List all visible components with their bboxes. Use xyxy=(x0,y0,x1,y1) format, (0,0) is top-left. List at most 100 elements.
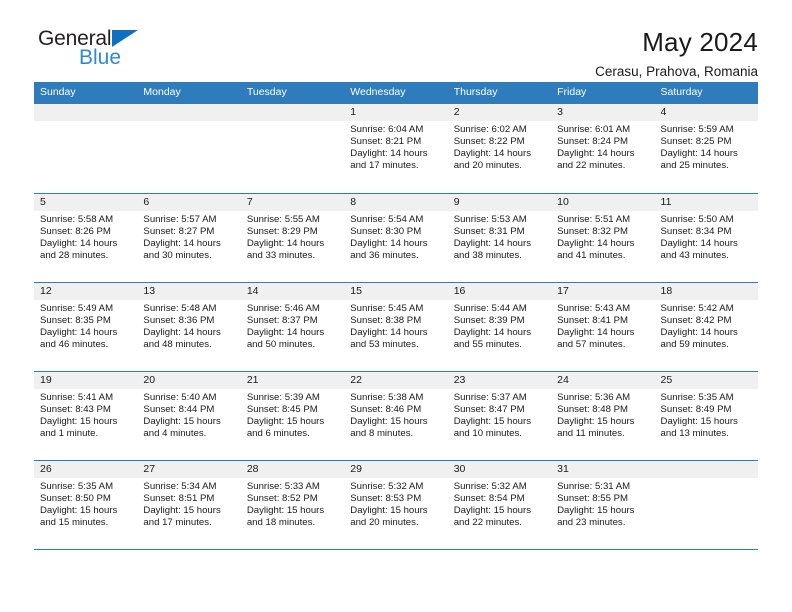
calendar-day-cell[interactable]: 12 Sunrise: 5:49 AM Sunset: 8:35 PM Dayligh… xyxy=(34,283,137,371)
sunrise-text: Sunrise: 6:04 AM xyxy=(350,124,424,136)
calendar-day-cell[interactable]: 4 Sunrise: 5:59 AM Sunset: 8:25 PM Daylight… xyxy=(655,104,758,193)
calendar-day-cell[interactable]: 21 Sunrise: 5:39 AM Sunset: 8:45 PM Dayligh… xyxy=(241,372,344,460)
day-sun-info: Sunrise: 5:41 AM Sunset: 8:43 PM Daylight:… xyxy=(40,392,131,440)
daylight-text-line2: and 20 minutes. xyxy=(453,160,522,172)
day-sun-info: Sunrise: 5:32 AM Sunset: 8:53 PM Daylight:… xyxy=(350,481,441,529)
day-number: 10 xyxy=(557,196,569,209)
sunset-text: Sunset: 8:37 PM xyxy=(246,315,318,327)
calendar-day-cell[interactable]: 5 Sunrise: 5:58 AM Sunset: 8:26 PM Daylight… xyxy=(34,194,137,282)
sunrise-text: Sunrise: 5:49 AM xyxy=(40,303,114,315)
day-sun-info: Sunrise: 5:51 AM Sunset: 8:32 PM Daylight:… xyxy=(557,214,648,262)
calendar-day-cell[interactable]: 25 Sunrise: 5:35 AM Sunset: 8:49 PM Dayligh… xyxy=(655,372,758,460)
day-sun-info: Sunrise: 5:59 AM Sunset: 8:25 PM Daylight:… xyxy=(661,124,752,172)
weekday-header-friday: Friday xyxy=(557,86,587,98)
sunset-text: Sunset: 8:25 PM xyxy=(660,136,732,148)
calendar-day-cell[interactable]: 24 Sunrise: 5:36 AM Sunset: 8:48 PM Dayligh… xyxy=(551,372,654,460)
daylight-text-line2: and 30 minutes. xyxy=(143,250,212,262)
calendar-day-cell[interactable]: 9 Sunrise: 5:53 AM Sunset: 8:31 PM Daylight… xyxy=(448,194,551,282)
calendar-day-cell-empty xyxy=(241,104,344,193)
daylight-text-line1: Daylight: 14 hours xyxy=(557,327,635,339)
daylight-text-line1: Daylight: 15 hours xyxy=(246,505,325,517)
weekday-header-saturday: Saturday xyxy=(660,86,703,98)
calendar-day-cell[interactable]: 3 Sunrise: 6:01 AM Sunset: 8:24 PM Daylight… xyxy=(551,104,654,193)
daylight-text-line2: and 55 minutes. xyxy=(453,339,522,351)
day-sun-info: Sunrise: 5:34 AM Sunset: 8:51 PM Daylight:… xyxy=(143,481,234,529)
day-number xyxy=(143,104,234,121)
day-sun-info: Sunrise: 5:54 AM Sunset: 8:30 PM Daylight:… xyxy=(350,214,441,262)
calendar-day-cell[interactable]: 20 Sunrise: 5:40 AM Sunset: 8:44 PM Dayligh… xyxy=(137,372,240,460)
daylight-text-line2: and 48 minutes. xyxy=(143,339,212,351)
calendar-day-cell[interactable]: 13 Sunrise: 5:48 AM Sunset: 8:36 PM Dayligh… xyxy=(137,283,240,371)
calendar-day-cell[interactable]: 19 Sunrise: 5:41 AM Sunset: 8:43 PM Dayligh… xyxy=(34,372,137,460)
day-number xyxy=(661,461,752,478)
calendar-day-cell[interactable]: 8 Sunrise: 5:54 AM Sunset: 8:30 PM Daylight… xyxy=(344,194,447,282)
calendar-day-cell[interactable]: 1 Sunrise: 6:04 AM Sunset: 8:21 PM Daylight… xyxy=(344,104,447,193)
day-number: 14 xyxy=(246,285,259,298)
day-number: 23 xyxy=(453,374,466,387)
calendar-day-cell[interactable]: 29 Sunrise: 5:32 AM Sunset: 8:53 PM Dayligh… xyxy=(344,461,447,549)
sunset-text: Sunset: 8:32 PM xyxy=(557,226,629,238)
title-block: May 2024 Cerasu, Prahova, Romania xyxy=(595,28,758,80)
daylight-text-line2: and 59 minutes. xyxy=(660,339,729,351)
calendar-day-cell[interactable]: 31 Sunrise: 5:31 AM Sunset: 8:55 PM Dayligh… xyxy=(551,461,654,549)
calendar-day-cell[interactable]: 16 Sunrise: 5:44 AM Sunset: 8:39 PM Dayligh… xyxy=(448,283,551,371)
sunrise-text: Sunrise: 5:34 AM xyxy=(143,481,217,493)
sunrise-text: Sunrise: 5:50 AM xyxy=(660,214,734,226)
sunset-text: Sunset: 8:46 PM xyxy=(350,404,422,416)
sunset-text: Sunset: 8:43 PM xyxy=(40,404,111,416)
brand-logo[interactable]: General Blue xyxy=(34,28,258,69)
calendar-day-cell[interactable]: 11 Sunrise: 5:50 AM Sunset: 8:34 PM Dayligh… xyxy=(655,194,758,282)
daylight-text-line2: and 33 minutes. xyxy=(246,250,316,262)
calendar-day-cell[interactable]: 26 Sunrise: 5:35 AM Sunset: 8:50 PM Dayligh… xyxy=(34,461,137,549)
sunrise-text: Sunrise: 5:55 AM xyxy=(246,214,320,226)
daylight-text-line1: Daylight: 15 hours xyxy=(350,505,428,517)
daylight-text-line2: and 6 minutes. xyxy=(246,428,310,440)
calendar-day-cell[interactable]: 28 Sunrise: 5:33 AM Sunset: 8:52 PM Dayligh… xyxy=(241,461,344,549)
daylight-text-line1: Daylight: 14 hours xyxy=(453,238,532,250)
calendar-day-cell[interactable]: 2 Sunrise: 6:02 AM Sunset: 8:22 PM Daylight… xyxy=(448,104,551,193)
sunrise-text: Sunrise: 5:33 AM xyxy=(246,481,320,493)
daylight-text-line2: and 15 minutes. xyxy=(40,517,109,529)
sunrise-text: Sunrise: 5:53 AM xyxy=(453,214,527,226)
sunset-text: Sunset: 8:55 PM xyxy=(557,493,629,505)
sunset-text: Sunset: 8:24 PM xyxy=(557,136,629,148)
daylight-text-line2: and 43 minutes. xyxy=(660,250,729,262)
sunset-text: Sunset: 8:38 PM xyxy=(350,315,422,327)
calendar-day-cell[interactable]: 27 Sunrise: 5:34 AM Sunset: 8:51 PM Dayligh… xyxy=(137,461,240,549)
daylight-text-line1: Daylight: 15 hours xyxy=(557,505,635,517)
calendar-day-cell[interactable]: 30 Sunrise: 5:32 AM Sunset: 8:54 PM Dayligh… xyxy=(448,461,551,549)
calendar-day-cell[interactable]: 15 Sunrise: 5:45 AM Sunset: 8:38 PM Dayligh… xyxy=(344,283,447,371)
calendar-day-cell[interactable]: 10 Sunrise: 5:51 AM Sunset: 8:32 PM Dayligh… xyxy=(551,194,654,282)
daylight-text-line2: and 1 minute. xyxy=(40,428,99,440)
daylight-text-line1: Daylight: 15 hours xyxy=(557,416,635,428)
daylight-text-line2: and 10 minutes. xyxy=(453,428,522,440)
day-sun-info: Sunrise: 5:53 AM Sunset: 8:31 PM Daylight:… xyxy=(454,214,545,262)
sunrise-text: Sunrise: 5:54 AM xyxy=(350,214,424,226)
day-number: 27 xyxy=(143,463,156,476)
sunrise-text: Sunrise: 5:38 AM xyxy=(350,392,424,404)
day-sun-info: Sunrise: 5:38 AM Sunset: 8:46 PM Daylight:… xyxy=(350,392,441,440)
calendar-day-cell[interactable]: 17 Sunrise: 5:43 AM Sunset: 8:41 PM Dayligh… xyxy=(551,283,654,371)
weekday-header-thursday: Thursday xyxy=(453,86,498,98)
day-sun-info: Sunrise: 6:01 AM Sunset: 8:24 PM Daylight:… xyxy=(557,124,648,172)
calendar-day-cell[interactable]: 7 Sunrise: 5:55 AM Sunset: 8:29 PM Daylight… xyxy=(241,194,344,282)
day-sun-info: Sunrise: 5:46 AM Sunset: 8:37 PM Daylight:… xyxy=(247,303,338,351)
day-number: 17 xyxy=(557,285,569,298)
calendar-day-cell[interactable]: 18 Sunrise: 5:42 AM Sunset: 8:42 PM Dayligh… xyxy=(655,283,758,371)
day-sun-info: Sunrise: 5:31 AM Sunset: 8:55 PM Daylight:… xyxy=(557,481,648,529)
sunset-text: Sunset: 8:51 PM xyxy=(143,493,215,505)
page-header: General Blue May 2024 Cerasu, Prahova, R… xyxy=(34,0,758,79)
weekday-header-tuesday: Tuesday xyxy=(246,86,287,98)
day-number: 29 xyxy=(350,463,362,476)
daylight-text-line1: Daylight: 15 hours xyxy=(40,505,118,517)
calendar-day-cell[interactable]: 14 Sunrise: 5:46 AM Sunset: 8:37 PM Dayligh… xyxy=(241,283,344,371)
calendar-day-cell[interactable]: 22 Sunrise: 5:38 AM Sunset: 8:46 PM Dayligh… xyxy=(344,372,447,460)
calendar-day-cell[interactable]: 6 Sunrise: 5:57 AM Sunset: 8:27 PM Daylight… xyxy=(137,194,240,282)
day-number: 3 xyxy=(557,106,563,119)
daylight-text-line2: and 38 minutes. xyxy=(453,250,522,262)
day-number: 24 xyxy=(557,374,569,387)
sunset-text: Sunset: 8:31 PM xyxy=(453,226,525,238)
day-number: 31 xyxy=(557,463,569,476)
day-sun-info: Sunrise: 5:32 AM Sunset: 8:54 PM Daylight:… xyxy=(454,481,545,529)
calendar-day-cell[interactable]: 23 Sunrise: 5:37 AM Sunset: 8:47 PM Dayligh… xyxy=(448,372,551,460)
